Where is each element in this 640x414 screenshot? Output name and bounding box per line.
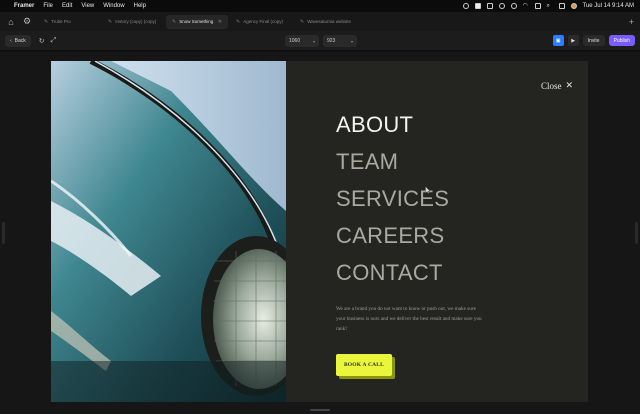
back-label: Back — [14, 37, 26, 44]
menu-file[interactable]: File — [43, 3, 53, 9]
tab-snow-something[interactable]: ✎ Snow Something ✕ — [166, 14, 228, 29]
refresh-icon[interactable]: ↻ — [39, 37, 45, 45]
preview-canvas: Close ✕ ABOUT TEAM SERVICES CAREERS CONT… — [0, 52, 640, 414]
preview-mode-icon[interactable]: ▣ — [552, 35, 564, 46]
menu-bar: Framer File Edit View Window Help ◠ ⌕ Tu… — [0, 0, 640, 12]
nav-link-careers[interactable]: CAREERS — [336, 225, 449, 262]
bottom-resize-handle[interactable] — [310, 409, 330, 411]
tab-trutie-pro[interactable]: ✎ Trutie Pro — [38, 15, 100, 29]
nav-link-team[interactable]: TEAM — [336, 151, 449, 188]
book-a-call-button[interactable]: BOOK A CALL — [336, 354, 392, 376]
tab-label: Trutie Pro — [51, 19, 71, 24]
control-center-icon[interactable] — [534, 3, 541, 9]
new-tab-icon[interactable]: + — [629, 17, 634, 27]
close-icon: ✕ — [565, 81, 574, 91]
preview-toolbar: ‹ Back ↻ ⤢ 1060 ▾ 923 ▾ ▣ ▶ Invite Publi… — [0, 31, 640, 51]
tab-label: Instory (copy) (copy) — [115, 19, 157, 24]
tab-wavesaturnia[interactable]: ✎ Wavesaturnia website — [294, 15, 374, 29]
car-headlight-image — [51, 61, 286, 402]
battery-icon[interactable] — [486, 3, 493, 9]
record-icon[interactable] — [462, 3, 469, 9]
expand-icon[interactable]: ⤢ — [51, 37, 57, 45]
project-icon: ✎ — [44, 18, 49, 25]
height-value: 923 — [327, 38, 336, 44]
car-photo — [51, 61, 286, 402]
timer-icon[interactable] — [510, 3, 517, 9]
menu-app-name[interactable]: Framer — [14, 3, 34, 9]
tab-instory[interactable]: ✎ Instory (copy) (copy) — [102, 15, 164, 29]
app-status-icon[interactable] — [474, 3, 481, 9]
menu-edit[interactable]: Edit — [62, 3, 72, 9]
right-resize-handle[interactable] — [635, 222, 638, 244]
publish-button[interactable]: Publish — [608, 35, 635, 46]
user-icon[interactable] — [570, 3, 577, 9]
wifi-icon[interactable]: ◠ — [523, 3, 529, 9]
play-status-icon[interactable] — [498, 3, 505, 9]
chevron-down-icon: ▾ — [350, 38, 353, 44]
chevron-left-icon: ‹ — [10, 37, 12, 44]
invite-button[interactable]: Invite — [582, 35, 605, 46]
menu-window[interactable]: Window — [103, 3, 124, 9]
project-icon: ✎ — [108, 18, 113, 25]
menu-help[interactable]: Help — [134, 3, 146, 9]
tab-agency-final[interactable]: ✎ Agency Final (copy) — [230, 15, 292, 29]
left-resize-handle[interactable] — [2, 222, 5, 244]
project-icon: ✎ — [300, 18, 305, 25]
tab-bar: ⌂ ⚙ ✎ Trutie Pro ✎ Instory (copy) (copy)… — [0, 12, 640, 31]
project-icon: ✎ — [172, 18, 177, 25]
viewport-size: 1060 ▾ 923 ▾ — [285, 35, 357, 47]
tab-label: Wavesaturnia website — [307, 19, 352, 24]
play-icon[interactable]: ▶ — [567, 35, 579, 46]
chevron-down-icon: ▾ — [312, 38, 315, 44]
nav-link-services[interactable]: SERVICES — [336, 188, 449, 225]
tab-label: Agency Final (copy) — [243, 19, 283, 24]
width-input[interactable]: 1060 ▾ — [285, 35, 319, 47]
settings-icon[interactable]: ⚙ — [20, 15, 34, 29]
nav-link-about[interactable]: ABOUT — [336, 114, 449, 151]
close-menu-button[interactable]: Close ✕ — [541, 81, 573, 91]
close-label: Close — [541, 81, 562, 91]
menu-view[interactable]: View — [81, 3, 94, 9]
width-value: 1060 — [289, 38, 301, 44]
clock[interactable]: Tue Jul 14 9:14 AM — [583, 3, 634, 9]
brand-description: We are a brand you do not want to know o… — [336, 306, 482, 332]
mouse-cursor-icon — [425, 186, 431, 194]
tab-label: Snow Something — [179, 18, 214, 24]
toolbar-actions: ▣ ▶ Invite Publish — [552, 35, 635, 46]
status-area: ◠ ⌕ Tue Jul 14 9:14 AM — [462, 3, 634, 9]
height-input[interactable]: 923 ▾ — [323, 35, 357, 47]
main-nav: ABOUT TEAM SERVICES CAREERS CONTACT — [336, 114, 449, 299]
back-button[interactable]: ‹ Back — [5, 34, 31, 47]
project-icon: ✎ — [236, 18, 241, 25]
search-icon[interactable]: ⌕ — [547, 3, 553, 9]
close-tab-icon[interactable]: ✕ — [218, 19, 222, 25]
toggle-icon[interactable] — [558, 3, 565, 9]
site-preview-frame: Close ✕ ABOUT TEAM SERVICES CAREERS CONT… — [51, 61, 588, 402]
home-icon[interactable]: ⌂ — [4, 15, 18, 29]
nav-link-contact[interactable]: CONTACT — [336, 262, 449, 299]
